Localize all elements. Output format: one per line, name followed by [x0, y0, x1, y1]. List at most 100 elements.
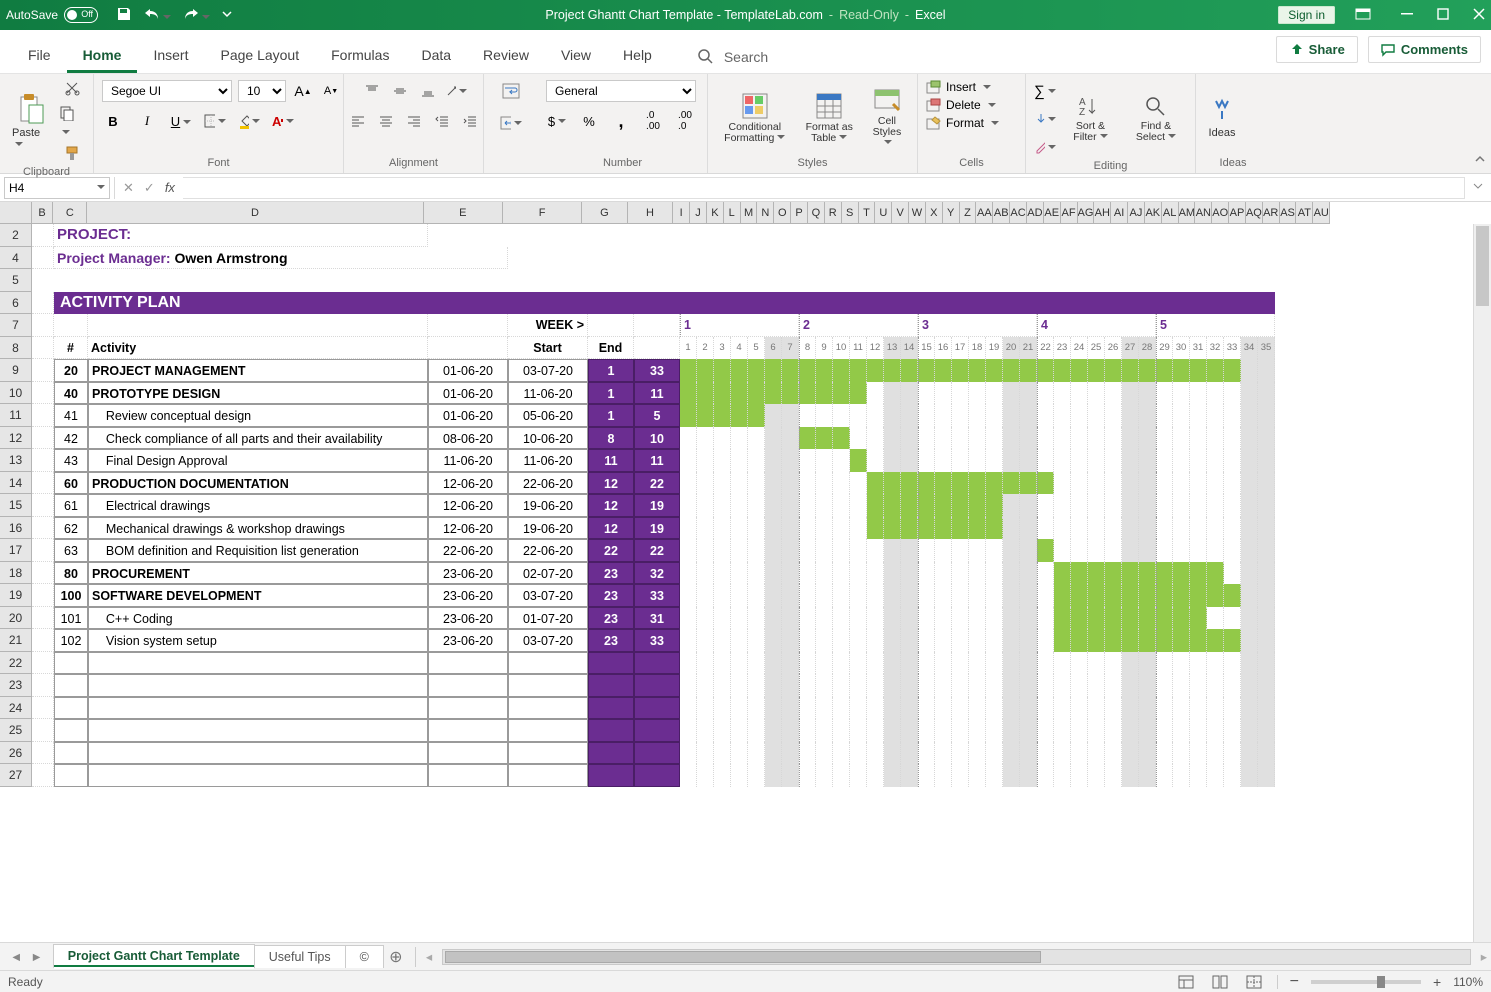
row-header[interactable]: 5: [0, 269, 31, 292]
gantt-day-cell[interactable]: [714, 562, 731, 585]
cell[interactable]: 22: [588, 539, 634, 562]
cell[interactable]: 1: [588, 404, 634, 427]
decrease-indent-icon[interactable]: [431, 110, 453, 132]
gantt-day-cell[interactable]: [935, 517, 952, 540]
gantt-day-cell[interactable]: [986, 449, 1003, 472]
gantt-day-cell[interactable]: [1241, 719, 1258, 742]
gantt-day-cell[interactable]: [1003, 629, 1020, 652]
gantt-day-cell[interactable]: [918, 742, 935, 765]
gantt-day-cell[interactable]: [1207, 404, 1224, 427]
gantt-day-cell[interactable]: [680, 494, 697, 517]
gantt-day-cell[interactable]: [918, 449, 935, 472]
column-header[interactable]: R: [825, 202, 842, 223]
gantt-day-cell[interactable]: [1139, 719, 1156, 742]
gantt-day-cell[interactable]: [1071, 674, 1088, 697]
gantt-day-cell[interactable]: [1105, 539, 1122, 562]
cell[interactable]: Check compliance of all parts and their …: [88, 427, 428, 450]
cell[interactable]: C++ Coding: [88, 607, 428, 630]
gantt-day-cell[interactable]: 30: [1173, 337, 1190, 360]
gantt-day-cell[interactable]: [1054, 674, 1071, 697]
gantt-day-cell[interactable]: [1224, 382, 1241, 405]
gantt-day-cell[interactable]: [1207, 742, 1224, 765]
gantt-day-cell[interactable]: [1173, 719, 1190, 742]
gantt-day-cell[interactable]: [1088, 472, 1105, 495]
column-header[interactable]: AH: [1094, 202, 1111, 223]
gantt-day-cell[interactable]: [799, 382, 816, 405]
cell[interactable]: Final Design Approval: [88, 449, 428, 472]
gantt-day-cell[interactable]: [1003, 742, 1020, 765]
gantt-day-cell[interactable]: [1156, 607, 1173, 630]
gantt-day-cell[interactable]: [1003, 449, 1020, 472]
cell[interactable]: 10-06-20: [508, 427, 588, 450]
gantt-day-cell[interactable]: [986, 517, 1003, 540]
gantt-day-cell[interactable]: [1224, 764, 1241, 787]
cell[interactable]: [54, 719, 88, 742]
gantt-day-cell[interactable]: 12: [867, 337, 884, 360]
gantt-day-cell[interactable]: [935, 539, 952, 562]
gantt-day-cell[interactable]: [1122, 359, 1139, 382]
gantt-day-cell[interactable]: [765, 494, 782, 517]
gantt-day-cell[interactable]: [680, 404, 697, 427]
gantt-day-cell[interactable]: [1122, 539, 1139, 562]
conditional-formatting-button[interactable]: Conditional Formatting: [716, 90, 794, 146]
cell[interactable]: 23-06-20: [428, 629, 508, 652]
gantt-day-cell[interactable]: [1258, 652, 1275, 675]
gantt-day-cell[interactable]: [1105, 404, 1122, 427]
gantt-day-cell[interactable]: [799, 584, 816, 607]
gantt-day-cell[interactable]: [1224, 404, 1241, 427]
gantt-day-cell[interactable]: [680, 382, 697, 405]
gantt-day-cell[interactable]: [1190, 652, 1207, 675]
row-headers[interactable]: 2456789101112131415161718192021222324252…: [0, 224, 32, 787]
gantt-day-cell[interactable]: [1241, 629, 1258, 652]
gantt-day-cell[interactable]: [969, 359, 986, 382]
cell[interactable]: 22-06-20: [428, 539, 508, 562]
row-header[interactable]: 2: [0, 224, 31, 247]
cell[interactable]: 23-06-20: [428, 584, 508, 607]
gantt-day-cell[interactable]: [884, 584, 901, 607]
gantt-day-cell[interactable]: [1003, 494, 1020, 517]
cell[interactable]: [588, 742, 634, 765]
gantt-day-cell[interactable]: [1020, 472, 1037, 495]
cell[interactable]: [508, 764, 588, 787]
gantt-day-cell[interactable]: 23: [1054, 337, 1071, 360]
gantt-day-cell[interactable]: [952, 607, 969, 630]
gantt-day-cell[interactable]: [935, 359, 952, 382]
cell[interactable]: [54, 697, 88, 720]
fill-color-button[interactable]: [238, 110, 260, 132]
cell[interactable]: 05-06-20: [508, 404, 588, 427]
gantt-day-cell[interactable]: [799, 629, 816, 652]
gantt-day-cell[interactable]: [799, 494, 816, 517]
gantt-day-cell[interactable]: [731, 494, 748, 517]
cell[interactable]: [32, 697, 54, 720]
gantt-day-cell[interactable]: [714, 449, 731, 472]
gantt-day-cell[interactable]: [986, 494, 1003, 517]
gantt-day-cell[interactable]: [731, 562, 748, 585]
gantt-day-cell[interactable]: [918, 382, 935, 405]
gantt-day-cell[interactable]: [1020, 517, 1037, 540]
bold-button[interactable]: B: [102, 110, 124, 132]
gantt-day-cell[interactable]: [697, 719, 714, 742]
gantt-day-cell[interactable]: [1003, 764, 1020, 787]
gantt-day-cell[interactable]: [1122, 607, 1139, 630]
gantt-day-cell[interactable]: [1088, 652, 1105, 675]
gantt-day-cell[interactable]: [1173, 449, 1190, 472]
gantt-day-cell[interactable]: 34: [1241, 337, 1258, 360]
cell[interactable]: [588, 697, 634, 720]
gantt-day-cell[interactable]: [918, 539, 935, 562]
gantt-day-cell[interactable]: [1207, 764, 1224, 787]
gantt-day-cell[interactable]: [986, 359, 1003, 382]
gantt-day-cell[interactable]: [1071, 629, 1088, 652]
gantt-day-cell[interactable]: [833, 697, 850, 720]
tab-insert[interactable]: Insert: [137, 37, 204, 73]
cell[interactable]: [588, 674, 634, 697]
gantt-day-cell[interactable]: [901, 652, 918, 675]
cell[interactable]: [428, 742, 508, 765]
tab-view[interactable]: View: [545, 37, 607, 73]
gantt-day-cell[interactable]: [782, 562, 799, 585]
gantt-day-cell[interactable]: [714, 652, 731, 675]
gantt-day-cell[interactable]: [986, 607, 1003, 630]
gantt-day-cell[interactable]: [1037, 607, 1054, 630]
gantt-day-cell[interactable]: [782, 697, 799, 720]
gantt-day-cell[interactable]: [1139, 697, 1156, 720]
gantt-day-cell[interactable]: [1071, 652, 1088, 675]
